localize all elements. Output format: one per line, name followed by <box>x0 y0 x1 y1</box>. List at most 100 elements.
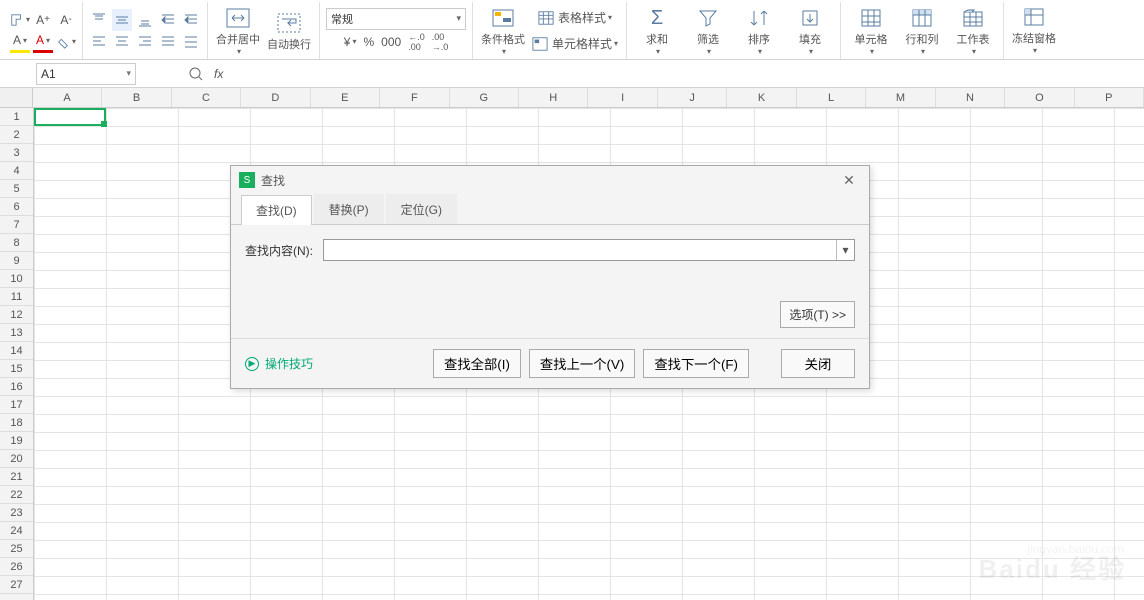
tab-goto[interactable]: 定位(G) <box>386 194 457 224</box>
row-header[interactable]: 24 <box>0 522 33 540</box>
column-header[interactable]: E <box>311 88 380 107</box>
column-header[interactable]: C <box>172 88 241 107</box>
number-format-group: 常规▾ ¥ % 000 ←.0.00 .00→.0 <box>320 2 473 59</box>
column-header[interactable]: D <box>241 88 310 107</box>
dialog-titlebar[interactable]: S 查找 ✕ <box>231 166 869 194</box>
row-header[interactable]: 21 <box>0 468 33 486</box>
find-content-input[interactable] <box>323 239 855 261</box>
rowcol-button[interactable]: 行和列 <box>898 3 946 58</box>
editing-group: Σ求和 筛选 排序 填充 <box>627 2 841 59</box>
increase-decimal-button[interactable]: .00→.0 <box>430 30 451 54</box>
align-bottom-icon[interactable] <box>135 9 155 31</box>
column-header[interactable]: H <box>519 88 588 107</box>
sum-button[interactable]: Σ求和 <box>633 3 681 58</box>
align-middle-icon[interactable] <box>112 9 132 31</box>
number-format-combo[interactable]: 常规▾ <box>326 8 466 30</box>
merge-cells-button[interactable]: 合并居中 <box>214 3 262 58</box>
cell-button[interactable]: 单元格 <box>847 3 895 58</box>
close-button[interactable]: 关闭 <box>781 349 855 378</box>
find-all-button[interactable]: 查找全部(I) <box>433 349 521 378</box>
column-header[interactable]: B <box>102 88 171 107</box>
row-header[interactable]: 8 <box>0 234 33 252</box>
align-top-icon[interactable] <box>89 9 109 31</box>
decrease-decimal-button[interactable]: ←.0.00 <box>406 30 427 54</box>
column-header[interactable]: O <box>1005 88 1074 107</box>
column-header[interactable]: M <box>866 88 935 107</box>
column-header[interactable]: K <box>727 88 796 107</box>
row-header[interactable]: 14 <box>0 342 33 360</box>
comma-button[interactable]: 000 <box>379 30 403 54</box>
row-header[interactable]: 27 <box>0 576 33 594</box>
options-button[interactable]: 选项(T) >> <box>780 301 855 328</box>
column-header[interactable]: F <box>380 88 449 107</box>
zoom-icon[interactable] <box>186 67 206 81</box>
font-tools-group: A+ A- A A <box>4 2 83 59</box>
align-center-icon[interactable] <box>112 31 132 53</box>
distribute-icon[interactable] <box>181 31 201 53</box>
decrease-font-icon[interactable]: A- <box>56 9 76 31</box>
row-header[interactable]: 17 <box>0 396 33 414</box>
table-style-button[interactable]: 表格样式 <box>530 5 620 31</box>
find-dialog: S 查找 ✕ 查找(D) 替换(P) 定位(G) 查找内容(N): ▾ 选项(T… <box>230 165 870 389</box>
column-header[interactable]: J <box>658 88 727 107</box>
row-header[interactable]: 7 <box>0 216 33 234</box>
row-header[interactable]: 4 <box>0 162 33 180</box>
row-header[interactable]: 5 <box>0 180 33 198</box>
row-header[interactable]: 19 <box>0 432 33 450</box>
column-header[interactable]: G <box>450 88 519 107</box>
dialog-close-icon[interactable]: ✕ <box>837 172 861 189</box>
find-next-button[interactable]: 查找下一个(F) <box>643 349 749 378</box>
column-header[interactable]: I <box>588 88 657 107</box>
row-header[interactable]: 12 <box>0 306 33 324</box>
currency-button[interactable]: ¥ <box>342 30 359 54</box>
column-header[interactable]: N <box>936 88 1005 107</box>
clear-format-icon[interactable] <box>56 31 76 53</box>
row-header[interactable]: 26 <box>0 558 33 576</box>
increase-font-icon[interactable]: A+ <box>33 9 53 31</box>
row-header[interactable]: 18 <box>0 414 33 432</box>
cell-style-button[interactable]: 单元格样式 <box>530 31 620 57</box>
conditional-format-button[interactable]: 条件格式 <box>479 3 527 58</box>
fx-label[interactable]: fx <box>214 67 223 81</box>
sort-button[interactable]: 排序 <box>735 3 783 58</box>
highlight-color-icon[interactable]: A <box>10 31 30 53</box>
select-all-corner[interactable] <box>0 88 33 107</box>
freeze-panes-button[interactable]: 冻结窗格 <box>1010 2 1058 57</box>
row-header[interactable]: 13 <box>0 324 33 342</box>
align-right-icon[interactable] <box>135 31 155 53</box>
row-header[interactable]: 22 <box>0 486 33 504</box>
column-header[interactable]: P <box>1075 88 1144 107</box>
row-header[interactable]: 11 <box>0 288 33 306</box>
row-header[interactable]: 15 <box>0 360 33 378</box>
font-color-icon[interactable]: A <box>33 31 53 53</box>
row-header[interactable]: 25 <box>0 540 33 558</box>
name-box[interactable]: A1▾ <box>36 63 136 85</box>
wrap-text-button[interactable]: 自动换行 <box>265 8 313 54</box>
worksheet-button[interactable]: 工作表 <box>949 3 997 58</box>
row-header[interactable]: 20 <box>0 450 33 468</box>
tips-link[interactable]: 操作技巧 <box>245 355 313 372</box>
format-painter-icon[interactable] <box>10 9 30 31</box>
row-header[interactable]: 3 <box>0 144 33 162</box>
row-header[interactable]: 9 <box>0 252 33 270</box>
row-header[interactable]: 16 <box>0 378 33 396</box>
row-header[interactable]: 23 <box>0 504 33 522</box>
column-header[interactable]: A <box>33 88 102 107</box>
find-history-dropdown[interactable]: ▾ <box>836 240 854 260</box>
row-header[interactable]: 2 <box>0 126 33 144</box>
row-header[interactable]: 6 <box>0 198 33 216</box>
justify-icon[interactable] <box>158 31 178 53</box>
find-prev-button[interactable]: 查找上一个(V) <box>529 349 635 378</box>
filter-button[interactable]: 筛选 <box>684 3 732 58</box>
tab-find[interactable]: 查找(D) <box>241 195 312 225</box>
tab-replace[interactable]: 替换(P) <box>314 194 384 224</box>
formula-input[interactable] <box>231 63 1144 85</box>
row-header[interactable]: 10 <box>0 270 33 288</box>
row-header[interactable]: 1 <box>0 108 33 126</box>
fill-button[interactable]: 填充 <box>786 3 834 58</box>
decrease-indent-icon[interactable] <box>158 9 178 31</box>
column-header[interactable]: L <box>797 88 866 107</box>
increase-indent-icon[interactable] <box>181 9 201 31</box>
align-left-icon[interactable] <box>89 31 109 53</box>
percent-button[interactable]: % <box>361 30 376 54</box>
